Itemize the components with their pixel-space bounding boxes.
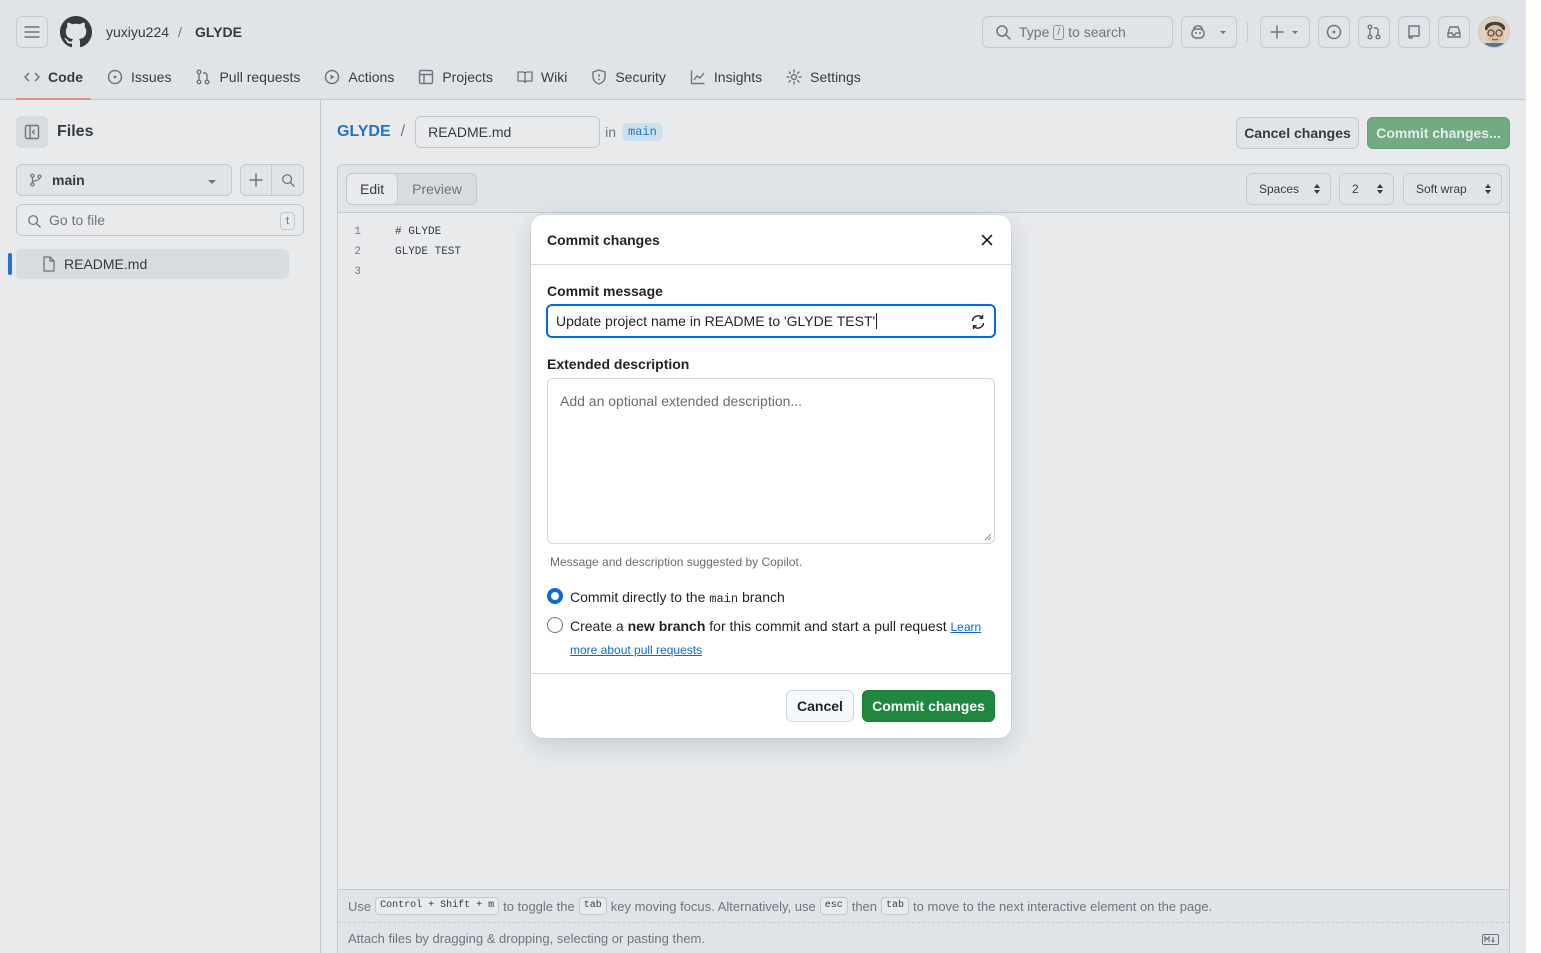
scrollbar[interactable] bbox=[1526, 0, 1541, 953]
text-cursor bbox=[876, 313, 878, 329]
commit-dialog: Commit changes Commit message Update pro… bbox=[531, 215, 1011, 738]
option-bold-text: new branch bbox=[627, 618, 706, 634]
copilot-suggestion-note: Message and description suggested by Cop… bbox=[550, 555, 803, 569]
option-text: Commit directly to the bbox=[570, 589, 706, 605]
dialog-footer: Cancel Commit changes bbox=[531, 673, 1011, 738]
regenerate-icon[interactable] bbox=[970, 314, 986, 330]
learn-more-link[interactable]: more about pull requests bbox=[570, 643, 702, 657]
commit-message-value: Update project name in README to 'GLYDE … bbox=[556, 313, 876, 329]
close-icon bbox=[981, 234, 993, 246]
cancel-button[interactable]: Cancel bbox=[786, 690, 854, 722]
close-dialog-button[interactable] bbox=[979, 232, 995, 248]
option-text: Create a bbox=[570, 618, 624, 634]
new-branch-label[interactable]: Create a new branch for this commit and … bbox=[570, 615, 990, 661]
commit-changes-button[interactable]: Commit changes bbox=[862, 690, 995, 722]
extended-description-label: Extended description bbox=[547, 356, 690, 372]
commit-message-label: Commit message bbox=[547, 283, 663, 299]
learn-more-link[interactable]: Learn bbox=[951, 620, 982, 634]
commit-directly-radio[interactable] bbox=[547, 588, 563, 604]
option-text: branch bbox=[741, 589, 785, 605]
dialog-header: Commit changes bbox=[531, 215, 1011, 265]
option-branch-code: main bbox=[709, 592, 739, 606]
resize-handle-icon[interactable] bbox=[984, 533, 992, 541]
commit-directly-label[interactable]: Commit directly to the main branch bbox=[570, 586, 785, 610]
commit-message-input[interactable]: Update project name in README to 'GLYDE … bbox=[546, 304, 996, 338]
description-placeholder: Add an optional extended description... bbox=[560, 393, 803, 409]
option-text: for this commit and start a pull request bbox=[709, 618, 947, 634]
new-branch-radio[interactable] bbox=[547, 617, 563, 633]
dialog-title: Commit changes bbox=[547, 232, 660, 248]
extended-description-textarea[interactable]: Add an optional extended description... bbox=[547, 378, 995, 544]
